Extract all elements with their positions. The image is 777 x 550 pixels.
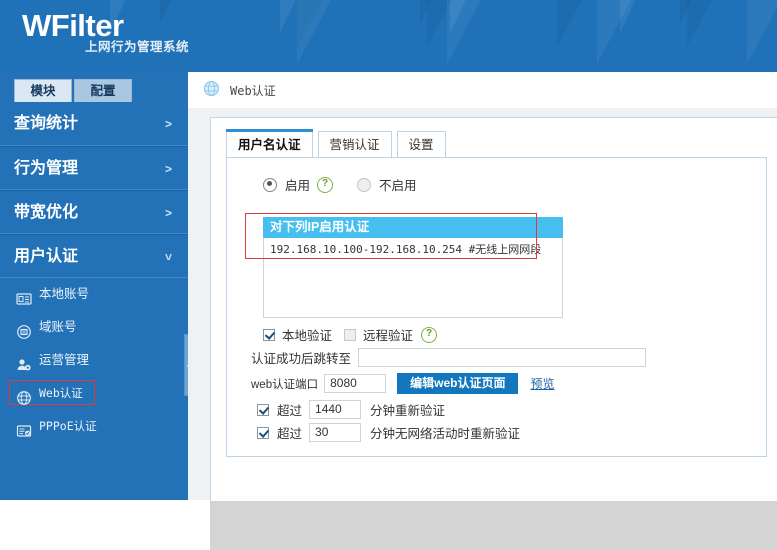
id-card-icon (16, 287, 32, 303)
local-auth-label: 本地验证 (282, 325, 332, 344)
redirect-input[interactable] (358, 348, 646, 367)
domain-disc-icon (16, 320, 32, 336)
reauth-suffix-label: 分钟重新验证 (370, 400, 445, 419)
idle-minutes-input[interactable] (309, 423, 361, 442)
preview-link[interactable]: 预览 (530, 375, 554, 392)
main-panel: 用户名认证 营销认证 设置 启用 ? 不启用 对下列IP启用认证 192.168… (210, 117, 777, 502)
disable-radio[interactable] (357, 178, 371, 192)
sidebar-subitem-label: 域账号 (39, 311, 77, 344)
mode-tab-config[interactable]: 配置 (74, 79, 132, 102)
reauth-checkbox[interactable] (257, 404, 269, 416)
reauth-prefix-label: 超过 (277, 400, 302, 419)
help-icon[interactable]: ? (317, 177, 333, 193)
globe-icon (16, 386, 32, 402)
sidebar-item-behavior-mgmt[interactable]: 行为管理 > (0, 146, 188, 190)
chevron-down-icon: ˅ (165, 235, 172, 279)
list-check-icon (16, 419, 32, 435)
port-row: web认证端口 编辑web认证页面 预览 (251, 373, 554, 394)
tab-bar: 用户名认证 营销认证 设置 (226, 131, 451, 158)
sidebar-item-label: 用户认证 (14, 248, 78, 265)
idle-suffix-label: 分钟无网络活动时重新验证 (370, 423, 520, 442)
chevron-right-icon: > (165, 147, 172, 191)
globe-icon (203, 80, 220, 100)
chevron-right-icon: > (165, 191, 172, 235)
sidebar-subitem-label: 本地账号 (39, 278, 89, 311)
auth-form: 启用 ? 不启用 对下列IP启用认证 192.168.10.100-192.16… (226, 157, 767, 457)
sidebar-subitem-label: 运营管理 (39, 344, 89, 377)
header-texture-right (297, 0, 777, 72)
reauth-minutes-input[interactable] (309, 400, 361, 419)
sidebar-item-label: 查询统计 (14, 115, 78, 132)
enable-radio-label: 启用 (285, 175, 310, 194)
panel-footer-area (210, 502, 777, 550)
ip-list-section: 对下列IP启用认证 192.168.10.100-192.168.10.254 … (263, 217, 563, 318)
port-input[interactable] (324, 374, 386, 393)
sidebar-item-domain-account[interactable]: 域账号 (0, 311, 188, 344)
app-header: WFilter 上网行为管理系统 (0, 0, 777, 72)
tab-username-auth[interactable]: 用户名认证 (226, 131, 313, 158)
redirect-label: 认证成功后跳转至 (251, 348, 351, 367)
reauth-row: 超过 分钟重新验证 (257, 400, 445, 419)
remote-auth-checkbox[interactable] (344, 329, 356, 341)
sidebar-item-web-auth[interactable]: Web认证 (0, 377, 188, 410)
ip-list-textarea[interactable]: 192.168.10.100-192.168.10.254 #无线上网网段 (263, 238, 563, 318)
tab-settings[interactable]: 设置 (397, 131, 446, 158)
redirect-row: 认证成功后跳转至 (251, 348, 646, 367)
wfilter-app-window: WFilter 上网行为管理系统 模块 配置 查询统计 > 行为管理 > 带宽优… (0, 0, 777, 500)
sidebar-mode-tabs: 模块 配置 (0, 72, 188, 102)
content-area: Web认证 用户名认证 营销认证 设置 启用 ? 不启用 (188, 72, 777, 500)
edit-auth-page-button[interactable]: 编辑web认证页面 (397, 373, 518, 394)
tab-marketing-auth[interactable]: 营销认证 (318, 131, 392, 158)
help-icon[interactable]: ? (421, 327, 437, 343)
port-label: web认证端口 (251, 376, 318, 392)
sidebar-item-local-account[interactable]: 本地账号 (0, 278, 188, 311)
idle-reauth-checkbox[interactable] (257, 427, 269, 439)
idle-reauth-row: 超过 分钟无网络活动时重新验证 (257, 423, 520, 442)
app-subtitle: 上网行为管理系统 (85, 36, 189, 55)
local-auth-checkbox[interactable] (263, 329, 275, 341)
verify-options-row: 本地验证 远程验证 ? (263, 325, 437, 344)
sidebar-item-bandwidth-opt[interactable]: 带宽优化 > (0, 190, 188, 234)
enable-radio-group: 启用 ? 不启用 (263, 175, 417, 194)
sidebar: 模块 配置 查询统计 > 行为管理 > 带宽优化 > 用户认证 ˅ (0, 72, 188, 500)
sidebar-item-label: 行为管理 (14, 160, 78, 177)
user-gear-icon (16, 353, 32, 369)
ip-section-title: 对下列IP启用认证 (263, 217, 563, 238)
sidebar-item-pppoe-auth[interactable]: PPPoE认证 (0, 410, 188, 443)
page-title: Web认证 (230, 82, 276, 99)
sidebar-menu: 查询统计 > 行为管理 > 带宽优化 > 用户认证 ˅ 本地账号 (0, 102, 188, 443)
sidebar-item-user-auth[interactable]: 用户认证 ˅ (0, 234, 188, 278)
chevron-right-icon: > (165, 102, 172, 146)
disable-radio-label: 不启用 (379, 175, 417, 194)
remote-auth-label: 远程验证 (363, 325, 413, 344)
sidebar-item-label: 带宽优化 (14, 204, 78, 221)
sidebar-item-operation-mgmt[interactable]: 运营管理 (0, 344, 188, 377)
breadcrumb: Web认证 (188, 72, 777, 108)
sidebar-item-query-stats[interactable]: 查询统计 > (0, 102, 188, 146)
mode-tab-modules[interactable]: 模块 (14, 79, 72, 102)
idle-prefix-label: 超过 (277, 423, 302, 442)
sidebar-subitem-label: PPPoE认证 (39, 410, 97, 443)
enable-radio[interactable] (263, 178, 277, 192)
